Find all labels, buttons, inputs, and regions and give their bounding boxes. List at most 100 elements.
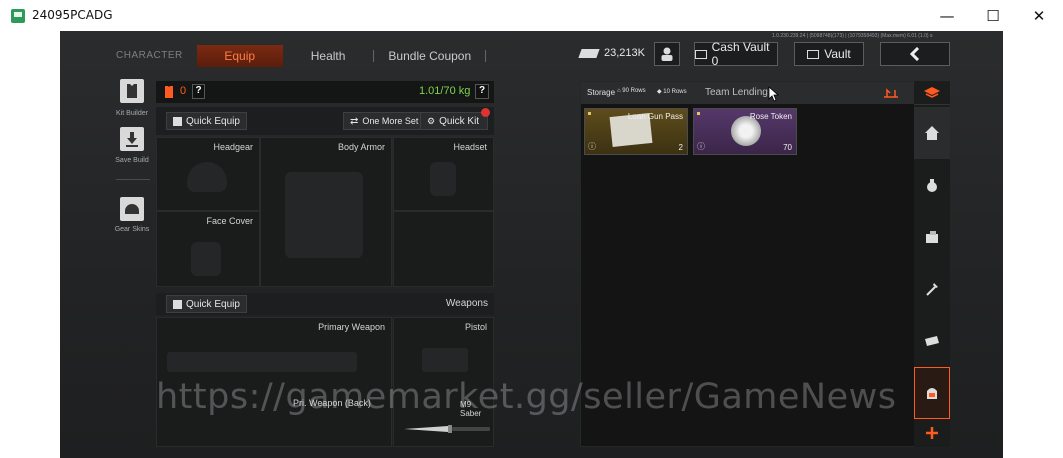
save-build-label: Save Build — [115, 157, 149, 164]
info-icon: ⓘ — [697, 142, 705, 151]
nav-grenades[interactable] — [914, 159, 950, 211]
nav-home[interactable] — [914, 107, 950, 159]
download-icon — [126, 132, 138, 147]
debug-info: 1.0.230.239.24 | (5098748)(173) | (10793… — [772, 33, 933, 39]
weapon-rack-icon — [173, 299, 182, 309]
title-bar: 24095PCADG — ☐ ✕ — [0, 0, 1063, 31]
storage-rows-b-label: 10 Rows — [663, 89, 687, 95]
equip-header: 0 ? 1.01/70 kg ? — [156, 81, 494, 103]
cash-vault-icon — [695, 49, 707, 59]
headgear-slot[interactable]: Headgear — [156, 137, 260, 211]
armor-icon — [165, 86, 173, 98]
weapons-quick-equip-button[interactable]: Quick Equip — [166, 295, 247, 313]
sidebar-divider — [116, 179, 150, 180]
info-icon: ⓘ — [588, 142, 596, 151]
home-icon — [925, 126, 939, 140]
quick-kit-button[interactable]: ⚙ Quick Kit — [420, 108, 490, 130]
currency-amount: 23,213K — [604, 47, 645, 59]
one-more-set-button[interactable]: ⇄ One More Set — [343, 112, 426, 130]
storage-rows-b: ◆ 10 Rows — [657, 89, 687, 95]
weapons-quick-equip-label: Quick Equip — [186, 298, 240, 310]
nav-ammo[interactable] — [914, 211, 950, 263]
kit-builder-button[interactable] — [120, 79, 144, 103]
storage-rows-a-label: 90 Rows — [622, 88, 646, 94]
inventory-item[interactable]: Loan Gun Pass ⓘ 2 — [584, 108, 688, 155]
headset-placeholder-icon — [430, 162, 456, 196]
quick-equip-label: Quick Equip — [186, 115, 240, 127]
money-icon — [578, 48, 600, 58]
plus-icon — [926, 427, 938, 439]
vault-button[interactable]: Vault — [794, 42, 864, 66]
app-window: 24095PCADG — ☐ ✕ 1.0.230.239.24 | (50987… — [0, 0, 1063, 458]
face-cover-placeholder-icon — [191, 242, 221, 276]
vault-icon — [807, 49, 820, 59]
category-nav — [914, 81, 950, 447]
item-rarity-dot — [697, 112, 700, 115]
nav-gear[interactable] — [914, 367, 950, 419]
notification-dot — [481, 108, 490, 117]
gear-bag-icon — [927, 388, 937, 399]
headgear-placeholder-icon — [187, 162, 227, 192]
quick-kit-label: Quick Kit — [439, 115, 480, 127]
grenade-icon — [927, 179, 937, 192]
item-name: Rose Token — [749, 112, 792, 121]
face-cover-slot[interactable]: Face Cover — [156, 211, 260, 287]
gear-skins-label: Gear Skins — [114, 226, 150, 233]
headset-slot[interactable]: Headset — [393, 137, 494, 211]
cash-icon — [925, 336, 939, 346]
storage-rows-a: ⌂ 90 Rows — [617, 88, 646, 94]
sort-icon[interactable] — [883, 87, 899, 99]
back-button[interactable] — [880, 42, 950, 66]
pistol-label: Pistol — [464, 322, 487, 332]
quick-equip-button[interactable]: Quick Equip — [166, 112, 247, 130]
headset-label: Headset — [453, 142, 487, 152]
tab-equip[interactable]: Equip — [196, 45, 283, 67]
maximize-button[interactable]: ☐ — [970, 0, 1016, 31]
trader-icon — [661, 47, 673, 61]
tab-bundle-coupon[interactable]: Bundle Coupon — [374, 45, 485, 67]
tab-team-lending[interactable]: Team Lending — [705, 87, 768, 98]
nav-add[interactable] — [914, 419, 950, 447]
close-button[interactable]: ✕ — [1016, 0, 1062, 31]
left-letterbox — [0, 31, 60, 458]
pistol-placeholder-icon — [422, 348, 468, 372]
tab-separator — [485, 50, 487, 62]
empty-gear-slot[interactable] — [393, 211, 494, 287]
watermark: https://gamemarket.gg/seller/GameNews — [156, 377, 897, 417]
primary-weapon-label: Primary Weapon — [318, 322, 385, 332]
armor-help-button[interactable]: ? — [192, 84, 205, 99]
one-more-set-label: One More Set — [362, 116, 419, 126]
chevron-left-icon — [909, 47, 920, 61]
right-letterbox — [1003, 31, 1063, 458]
body-armor-slot[interactable]: Body Armor — [260, 137, 392, 287]
item-count: 70 — [783, 143, 792, 152]
app-icon — [11, 9, 25, 23]
storage-header: Storage ⌂ 90 Rows ◆ 10 Rows Team Lending — [581, 82, 917, 104]
save-build-button[interactable] — [120, 127, 144, 151]
tab-health[interactable]: Health — [283, 45, 374, 67]
headgear-label: Headgear — [213, 142, 253, 152]
inventory-item[interactable]: Rose Token ⓘ 70 — [693, 108, 797, 155]
gear-skins-button[interactable] — [120, 197, 144, 221]
nav-all[interactable] — [914, 81, 950, 105]
minimize-button[interactable]: — — [924, 0, 970, 31]
face-cover-label: Face Cover — [206, 216, 253, 226]
tab-character[interactable]: CHARACTER — [112, 45, 197, 67]
main-tabs: CHARACTER Equip Health Bundle Coupon — [112, 45, 487, 67]
tool-icon — [926, 283, 938, 296]
item-name: Loan Gun Pass — [627, 112, 683, 121]
weight-help-button[interactable]: ? — [475, 84, 489, 99]
armor-value: 0 — [180, 85, 187, 97]
item-rarity-dot — [588, 112, 591, 115]
refresh-icon: ⇄ — [350, 115, 359, 127]
helmet-icon — [125, 204, 139, 214]
knife-icon — [404, 425, 490, 433]
tab-storage[interactable]: Storage — [587, 88, 615, 97]
body-armor-label: Body Armor — [337, 142, 385, 152]
nav-currency[interactable] — [914, 315, 950, 367]
trader-button[interactable] — [654, 42, 680, 66]
cash-vault-button[interactable]: Cash Vault 0 — [694, 40, 778, 68]
nav-tools[interactable] — [914, 263, 950, 315]
rifle-placeholder-icon — [167, 352, 357, 372]
window-title: 24095PCADG — [32, 8, 113, 22]
